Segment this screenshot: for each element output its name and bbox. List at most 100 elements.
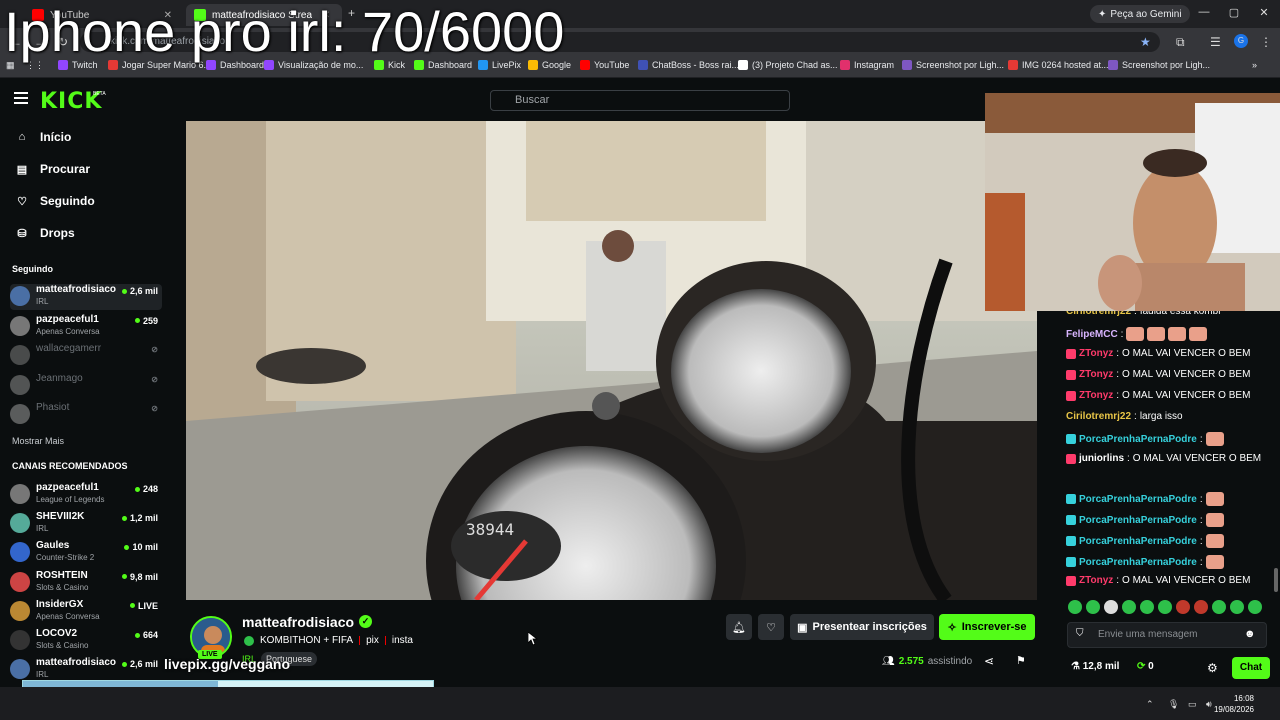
bookmark-item[interactable]: (3) Projeto Chad as... (738, 60, 838, 70)
quick-emote-icon[interactable] (1140, 600, 1154, 614)
channel-points[interactable]: ⚗ 12,8 mil (1071, 661, 1119, 672)
sidebar-channel[interactable]: Jeanmago ⊘ (10, 373, 162, 399)
search-input[interactable]: Buscar (490, 90, 790, 111)
chat-username[interactable]: ZTonyz (1079, 369, 1113, 380)
chat-username[interactable]: PorcaPrenhaPernaPodre (1079, 494, 1197, 505)
sidebar-channel[interactable]: pazpeaceful1 Apenas Conversa 259 (10, 314, 162, 340)
sidebar-channel[interactable]: Phasiot ⊘ (10, 402, 162, 428)
chat-send-button[interactable]: Chat (1232, 657, 1270, 679)
subscribe-label: Inscrever-se (961, 621, 1027, 633)
bookmark-item[interactable]: Instagram (840, 60, 894, 70)
quick-emote-icon[interactable] (1194, 600, 1208, 614)
report-icon[interactable]: ⚑ (1016, 654, 1026, 667)
volume-icon[interactable]: 🔊︎ (1206, 699, 1212, 710)
chat-message[interactable]: ZTonyz: O MAL VAI VENCER O BEM (1066, 390, 1276, 401)
bookmark-item[interactable]: YouTube (580, 60, 629, 70)
chat-message-input[interactable]: Envie uma mensagem (1067, 622, 1267, 648)
tray-chevron-icon[interactable]: ⌃ (1146, 699, 1154, 710)
quick-emote-icon[interactable] (1230, 600, 1244, 614)
hamburger-menu-icon[interactable] (14, 92, 28, 104)
sidebar-channel[interactable]: Gaules Counter-Strike 2 10 mil (10, 540, 162, 566)
kick-points[interactable]: ⟳ 0 (1137, 661, 1154, 672)
browser-menu-icon[interactable]: ⋮ (1260, 35, 1272, 49)
sidebar-channel[interactable]: LOCOV2 Slots & Casino 664 (10, 628, 162, 654)
quick-emote-icon[interactable] (1122, 600, 1136, 614)
chat-username[interactable]: ZTonyz (1079, 348, 1113, 359)
chat-message[interactable]: PorcaPrenhaPernaPodre: (1066, 432, 1276, 446)
reading-list-icon[interactable]: ☰ (1210, 35, 1221, 49)
chat-message[interactable]: ZTonyz: O MAL VAI VENCER O BEM (1066, 575, 1276, 586)
chat-message[interactable]: juniorlins: O MAL VAI VENCER O BEM (1066, 453, 1276, 464)
chat-settings-icon[interactable]: ⚙ (1207, 661, 1218, 675)
chat-message[interactable]: PorcaPrenhaPernaPodre: (1066, 492, 1276, 506)
share-icon[interactable]: ⋖ (984, 654, 994, 668)
chat-message[interactable]: PorcaPrenhaPernaPodre: (1066, 555, 1276, 569)
chat-message[interactable]: FelipeMCC: (1066, 327, 1276, 341)
quick-emote-icon[interactable] (1158, 600, 1172, 614)
follow-button[interactable]: ♡ (758, 614, 784, 640)
profile-avatar[interactable]: G (1234, 34, 1248, 48)
chat-username[interactable]: PorcaPrenhaPernaPodre (1079, 515, 1197, 526)
quick-emote-icon[interactable] (1068, 600, 1082, 614)
sidebar-channel[interactable]: matteafrodisiaco IRL 2,6 mil (10, 284, 162, 310)
chat-username[interactable]: juniorlins (1079, 453, 1124, 464)
quick-emote-icon[interactable] (1176, 600, 1190, 614)
sidebar-nav-item[interactable]: ⛁ Drops (16, 226, 75, 240)
clock[interactable]: 16:08 19/08/2026 (1214, 693, 1254, 715)
channel-avatar (10, 659, 30, 680)
chat-message[interactable]: Cirilotremrj22: fadida essa kombi (1066, 311, 1276, 317)
close-window-icon[interactable]: ✕ (1256, 6, 1272, 19)
chat-username[interactable]: PorcaPrenhaPernaPodre (1079, 557, 1197, 568)
quick-emote-icon[interactable] (1104, 600, 1118, 614)
video-player[interactable]: 38944 (186, 121, 1037, 600)
emoji-picker-icon[interactable]: ☻ (1244, 628, 1256, 640)
channel-category: Slots & Casino (36, 582, 89, 592)
mouse-cursor-icon (528, 632, 538, 646)
minimize-icon[interactable]: — (1196, 6, 1212, 18)
gemini-icon: ✦ (1098, 8, 1107, 20)
sidebar-channel[interactable]: wallacegamerr ⊘ (10, 343, 162, 369)
subscribe-button[interactable]: ✧ Inscrever-se (939, 614, 1035, 640)
gemini-button[interactable]: ✦ Peça ao Gemini (1090, 5, 1190, 23)
sidebar-nav-label: Drops (40, 226, 75, 240)
chat-message[interactable]: ZTonyz: O MAL VAI VENCER O BEM (1066, 369, 1276, 380)
microphone-icon[interactable]: 🎙︎ (1168, 699, 1179, 710)
monitor-icon[interactable]: ▭ (1188, 699, 1197, 710)
chat-message[interactable]: ZTonyz: O MAL VAI VENCER O BEM (1066, 348, 1276, 359)
sidebar-channel[interactable]: SHEVIII2K IRL 1,2 mil (10, 511, 162, 537)
chat-message[interactable]: Cirilotremrj22: larga isso (1066, 411, 1276, 422)
bookmark-star-icon[interactable]: ★ (1140, 35, 1151, 49)
notification-bell-button[interactable]: 🔔︎ (726, 614, 752, 640)
quick-emote-icon[interactable] (1248, 600, 1262, 614)
quick-emote-icon[interactable] (1086, 600, 1100, 614)
chat-username[interactable]: PorcaPrenhaPernaPodre (1079, 434, 1197, 445)
chat-username[interactable]: Cirilotremrj22 (1066, 311, 1131, 317)
hand-emote-icon (1205, 534, 1224, 548)
chat-username[interactable]: ZTonyz (1079, 575, 1113, 586)
quick-emote-icon[interactable] (1212, 600, 1226, 614)
chat-username[interactable]: Cirilotremrj22 (1066, 411, 1131, 422)
bookmark-item[interactable]: IMG 0264 hosted at... (1008, 60, 1109, 70)
sidebar-channel[interactable]: pazpeaceful1 League of Legends 248 (10, 482, 162, 508)
sidebar-channel[interactable]: ROSHTEIN Slots & Casino 9,8 mil (10, 570, 162, 596)
bookmark-item[interactable]: Screenshot por Ligh... (1108, 60, 1210, 70)
bookmark-item[interactable]: Screenshot por Ligh... (902, 60, 1004, 70)
show-more-link[interactable]: Mostrar Mais (12, 436, 64, 446)
sidebar-nav-item[interactable]: ⌂ Início (16, 130, 72, 144)
sidebar-nav-item[interactable]: ▤ Procurar (16, 162, 90, 176)
chat-message[interactable]: PorcaPrenhaPernaPodre: (1066, 534, 1276, 548)
streamer-name[interactable]: matteafrodisiaco (242, 614, 354, 630)
chat-scrollbar[interactable] (1274, 568, 1278, 592)
chat-username[interactable]: PorcaPrenhaPernaPodre (1079, 536, 1197, 547)
chat-username[interactable]: FelipeMCC (1066, 329, 1118, 340)
chat-username[interactable]: ZTonyz (1079, 390, 1113, 401)
sidebar-nav-item[interactable]: ♡ Seguindo (16, 194, 95, 208)
heart-icon: ♡ (766, 621, 776, 634)
maximize-icon[interactable]: ▢ (1226, 6, 1242, 19)
gift-subs-button[interactable]: ▣ Presentear inscrições (790, 614, 934, 640)
extensions-icon[interactable]: ⧉ (1176, 35, 1185, 50)
bookmark-item[interactable]: ChatBoss - Boss rai... (638, 60, 739, 70)
more-bookmarks-icon[interactable]: » (1252, 60, 1257, 70)
sidebar-channel[interactable]: InsiderGX Apenas Conversa LIVE (10, 599, 162, 625)
chat-message[interactable]: PorcaPrenhaPernaPodre: (1066, 513, 1276, 527)
